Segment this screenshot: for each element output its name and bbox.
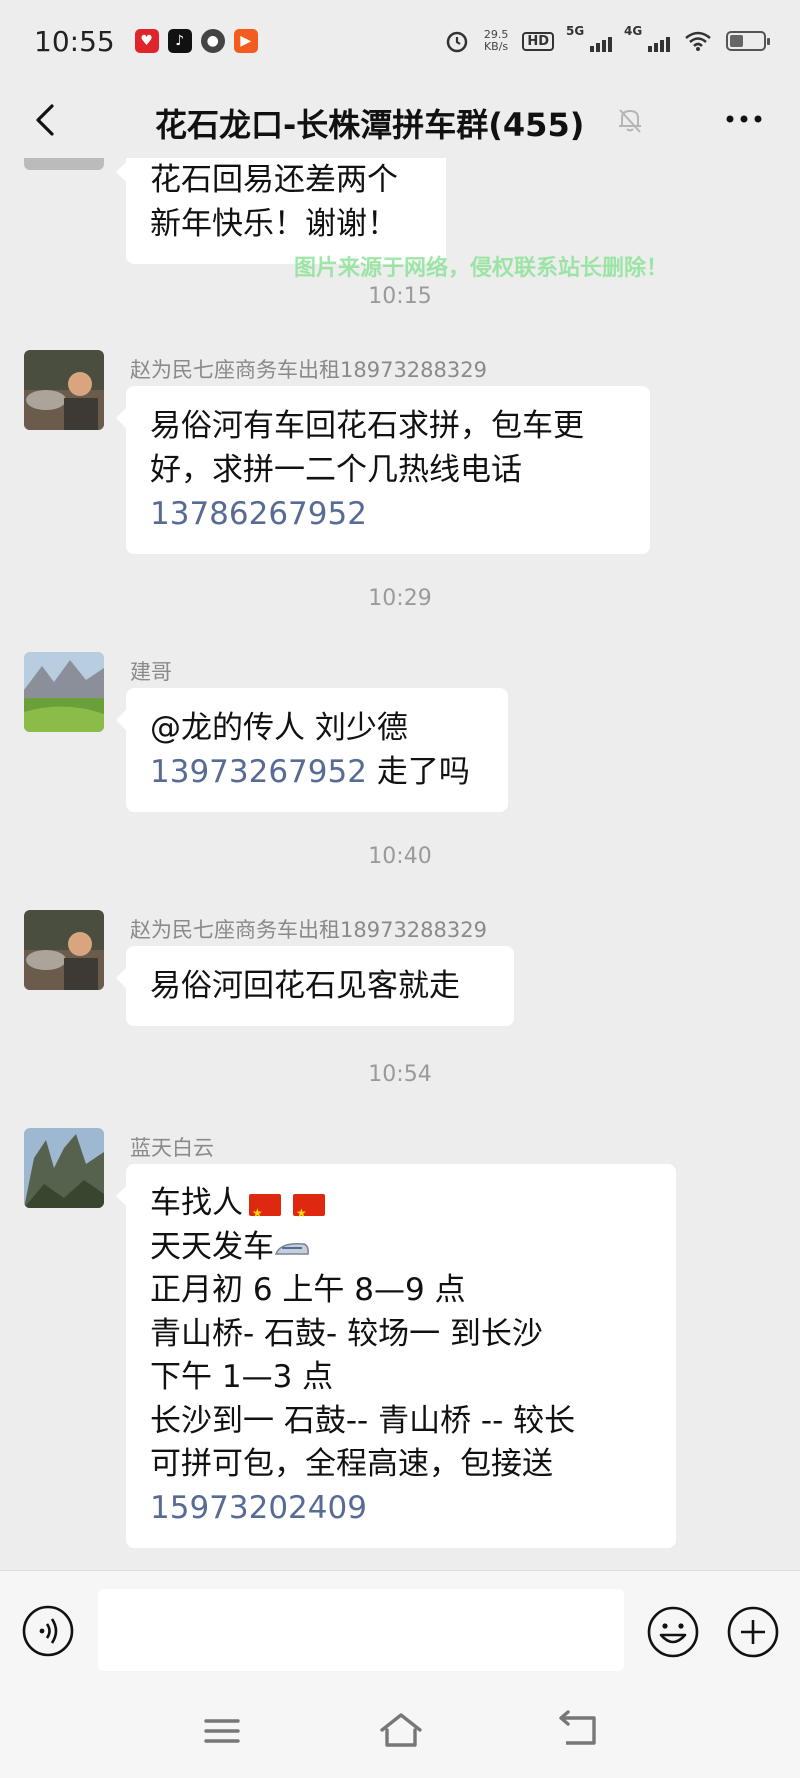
battery-fill [730, 35, 743, 47]
phone-link[interactable]: 15973202409 [150, 1487, 652, 1531]
message-line: 13973267952 走了吗 [150, 750, 484, 794]
emoji-icon[interactable] [646, 1605, 700, 1659]
message-line: 车找人 [150, 1182, 652, 1235]
tiktok-app-icon: ♪ [167, 29, 192, 53]
voice-icon[interactable] [22, 1605, 74, 1657]
signal-5g-icon: 5G [566, 24, 612, 52]
message-line: 下午 1—3 点 [150, 1359, 334, 1395]
back-icon[interactable] [26, 100, 66, 140]
input-bar [0, 1570, 800, 1688]
bullet-train-icon [274, 1242, 309, 1255]
net-label-4g: 4G [624, 24, 643, 38]
home-icon[interactable] [378, 1710, 424, 1750]
avatar[interactable] [24, 158, 104, 170]
watermark-text: 图片来源于网络，侵权联系站长删除！ [294, 256, 669, 281]
message-line: 可拼可包，全程高速，包接送 [150, 1446, 553, 1482]
sender-name: 赵为民七座商务车出租18973288329 [130, 358, 487, 382]
more-icon[interactable] [722, 104, 766, 134]
timestamp: 10:15 [368, 284, 432, 309]
timestamp: 10:40 [368, 844, 432, 869]
message-line: 花石回易还差两个 [150, 162, 398, 198]
message-line: 新年快乐！谢谢！ [150, 206, 398, 242]
china-flag-icon [293, 1192, 325, 1235]
sender-name: 建哥 [130, 660, 172, 684]
message-line: 好，求拼一二个几热线电话 [150, 452, 522, 488]
message-input[interactable] [98, 1589, 624, 1671]
message-bubble[interactable]: 易俗河有车回花石求拼，包车更 好，求拼一二个几热线电话 13786267952 [116, 386, 650, 554]
status-time: 10:55 [34, 24, 115, 58]
phone-link[interactable]: 13973267952 [150, 754, 367, 790]
speed-unit: KB/s [483, 40, 509, 53]
shopping-app-icon: ♥ [134, 29, 159, 53]
network-speed: 29.5 KB/s [484, 29, 509, 53]
wifi-icon [685, 31, 711, 51]
sender-name: 蓝天白云 [130, 1136, 214, 1160]
message-bubble[interactable]: @龙的传人 刘少德 13973267952 走了吗 [116, 688, 508, 812]
avatar[interactable] [24, 652, 104, 732]
status-bar: 10:55 ♥ ♪ ● ▶ 29.5 KB/s HD 5G 4G [0, 0, 800, 82]
battery-icon [726, 31, 770, 51]
chat-title: 花石龙口-长株潭拼车群(455) [155, 106, 585, 144]
hd-badge: HD [522, 31, 554, 51]
message-line: 长沙到一 石鼓-- 青山桥 -- 较长 [150, 1402, 576, 1439]
net-label-5g: 5G [566, 24, 585, 38]
message-bubble[interactable]: 车找人 天天发车 正月初 6 上午 8—9 点 青山桥- 石鼓- 较场一 到长沙… [116, 1164, 676, 1548]
message-line: 天天发车 [150, 1226, 652, 1270]
chat-area[interactable]: 花石回易还差两个 新年快乐！谢谢！ 图片来源于网络，侵权联系站长删除！ 10:1… [0, 158, 800, 1570]
message-line: 青山桥- 石鼓- 较场一 到长沙 [150, 1315, 543, 1352]
chat-header: 花石龙口-长株潭拼车群(455) [0, 82, 800, 158]
avatar[interactable] [24, 1128, 104, 1208]
sender-name: 赵为民七座商务车出租18973288329 [130, 918, 487, 942]
avatar-landscape-icon [24, 652, 104, 732]
system-nav-bar [0, 1688, 800, 1778]
phone-link[interactable]: 13786267952 [150, 492, 626, 536]
mute-bell-icon [619, 109, 641, 133]
avatar-man-icon [24, 910, 104, 990]
nav-back-icon[interactable] [558, 1710, 600, 1750]
china-flag-icon [249, 1192, 281, 1235]
message-text: 走了吗 [366, 754, 470, 790]
menu-icon[interactable] [203, 1714, 241, 1748]
avatar[interactable] [24, 910, 104, 990]
alarm-icon [446, 31, 468, 53]
message-line: 易俗河有车回花石求拼，包车更 [150, 408, 584, 444]
message-app-icon: ● [200, 29, 225, 53]
video-app-icon: ▶ [233, 29, 258, 53]
message-bubble[interactable]: 花石回易还差两个 新年快乐！谢谢！ [116, 158, 446, 264]
timestamp: 10:29 [368, 586, 432, 611]
timestamp: 10:54 [368, 1062, 432, 1087]
message-line: 易俗河回花石见客就走 [150, 968, 460, 1004]
signal-4g-icon: 4G [624, 24, 670, 52]
avatar[interactable] [24, 350, 104, 430]
mention-line: @龙的传人 刘少德 [150, 710, 408, 746]
avatar-man-icon [24, 350, 104, 430]
message-bubble[interactable]: 易俗河回花石见客就走 [116, 946, 514, 1026]
message-line: 正月初 6 上午 8—9 点 [150, 1272, 466, 1308]
plus-icon[interactable] [726, 1605, 780, 1659]
message-text: 车找人 [150, 1185, 243, 1221]
avatar-mountain-icon [24, 1128, 104, 1208]
